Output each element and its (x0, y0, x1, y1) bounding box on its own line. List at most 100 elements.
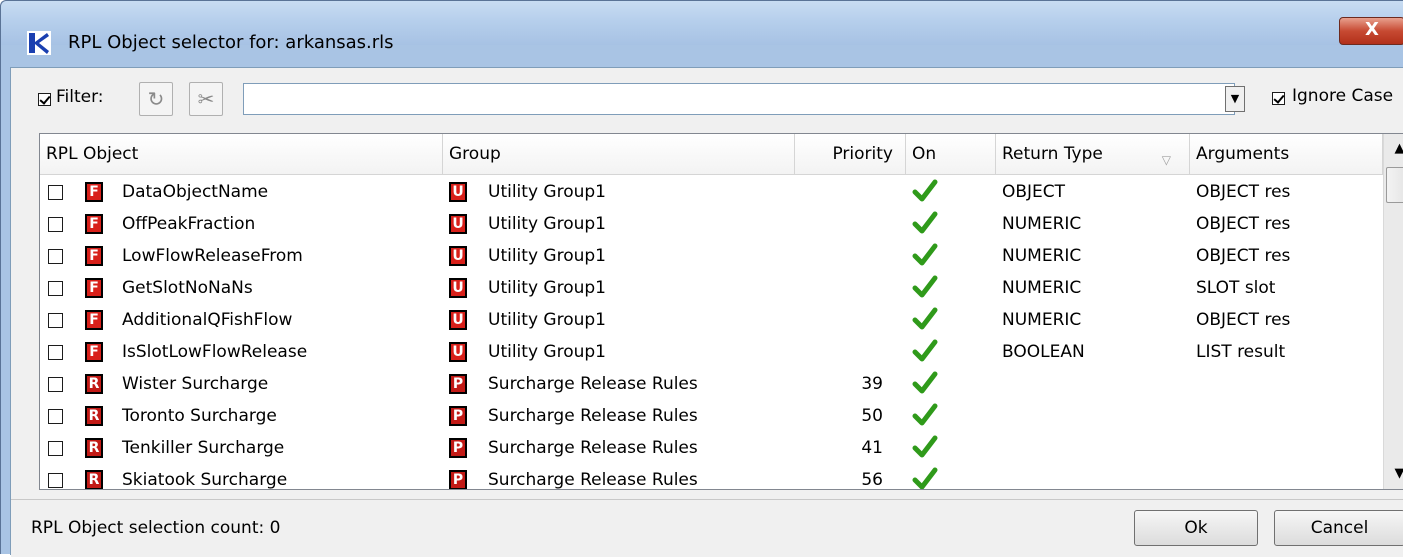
row-select-checkbox[interactable] (48, 249, 63, 264)
scissors-icon: ✂ (198, 87, 215, 111)
column-header-return-type[interactable]: Return Type ▽ (996, 134, 1190, 174)
rpl-object-name: OffPeakFraction (122, 208, 255, 240)
priority-value (795, 336, 883, 368)
policy-group-icon: P (449, 438, 467, 458)
rpl-object-table[interactable]: RPL Object Group Priority On Return Type… (39, 133, 1403, 490)
utility-group-icon: U (449, 182, 467, 202)
group-name: Utility Group1 (488, 336, 606, 368)
rule-type-icon: R (85, 406, 103, 426)
filter-dropdown-button[interactable]: ▼ (1225, 86, 1245, 112)
sort-descending-icon: ▽ (1162, 140, 1171, 180)
row-select-checkbox[interactable] (48, 313, 63, 328)
row-select-checkbox[interactable] (48, 441, 63, 456)
group-name: Utility Group1 (488, 208, 606, 240)
arguments-value: OBJECT res (1196, 208, 1290, 240)
utility-group-icon: U (449, 214, 467, 234)
group-name: Utility Group1 (488, 176, 606, 208)
scroll-down-button[interactable]: ▼ (1384, 459, 1403, 489)
row-select-checkbox[interactable] (48, 377, 63, 392)
window-title: RPL Object selector for: arkansas.rls (68, 32, 394, 53)
group-name: Utility Group1 (488, 240, 606, 272)
rule-type-icon: R (85, 438, 103, 458)
enabled-checkmark-icon (912, 242, 938, 268)
selection-count-text: RPL Object selection count: 0 (31, 518, 280, 538)
enabled-checkmark-icon (912, 370, 938, 396)
priority-value (795, 176, 883, 208)
rule-type-icon: R (85, 470, 103, 490)
table-row[interactable]: FAdditionalQFishFlowUUtility Group1NUMER… (40, 304, 1383, 336)
table-row[interactable]: RWister SurchargePSurcharge Release Rule… (40, 368, 1383, 400)
scroll-up-button[interactable]: ▲ (1384, 134, 1403, 164)
enabled-checkmark-icon (912, 434, 938, 460)
arguments-value: OBJECT res (1196, 176, 1290, 208)
riverware-app-icon (27, 31, 51, 55)
table-row[interactable]: RToronto SurchargePSurcharge Release Rul… (40, 400, 1383, 432)
rpl-object-name: DataObjectName (122, 176, 268, 208)
filter-label: Filter: (56, 87, 104, 107)
column-header-rpl-object[interactable]: RPL Object (40, 134, 443, 174)
utility-group-icon: U (449, 342, 467, 362)
dialog-window: RPL Object selector for: arkansas.rls X … (0, 0, 1403, 554)
priority-value: 56 (795, 464, 883, 490)
row-select-checkbox[interactable] (48, 281, 63, 296)
column-header-priority[interactable]: Priority (795, 134, 906, 174)
ignore-case-label: Ignore Case (1292, 86, 1393, 106)
status-bar: RPL Object selection count: 0 Ok Cancel (11, 499, 1403, 557)
filter-checkbox[interactable] (38, 93, 51, 106)
return-type-value: NUMERIC (1002, 272, 1081, 304)
vertical-scrollbar[interactable]: ▲ ▼ (1383, 134, 1403, 490)
utility-group-icon: U (449, 278, 467, 298)
row-select-checkbox[interactable] (48, 409, 63, 424)
return-type-value: BOOLEAN (1002, 336, 1085, 368)
table-row[interactable]: R Skiatook Surcharge P Surcharge Release Ru… (40, 464, 1383, 490)
rpl-object-name: LowFlowReleaseFrom (122, 240, 303, 272)
group-name: Surcharge Release Rules (488, 464, 698, 490)
table-row[interactable]: F LowFlowReleaseFrom U Utility Group1 NUMERI… (40, 240, 1383, 272)
function-type-icon: F (85, 246, 103, 266)
function-type-icon: F (85, 278, 103, 298)
group-name: Surcharge Release Rules (488, 432, 698, 464)
scroll-up-icon: ▲ (1395, 141, 1403, 156)
rpl-object-name: Toronto Surcharge (122, 400, 277, 432)
utility-group-icon: U (449, 310, 467, 330)
close-button[interactable]: X (1339, 17, 1403, 45)
refresh-filter-button[interactable]: ↻ (139, 82, 173, 116)
priority-value (795, 208, 883, 240)
return-type-value: NUMERIC (1002, 208, 1081, 240)
return-type-value: NUMERIC (1002, 240, 1081, 272)
chevron-down-icon: ▼ (1231, 92, 1239, 105)
function-type-icon: F (85, 182, 103, 202)
row-select-checkbox[interactable] (48, 345, 63, 360)
table-row[interactable]: FIsSlotLowFlowReleaseUUtility Group1BOOL… (40, 336, 1383, 368)
priority-value (795, 240, 883, 272)
title-bar[interactable]: RPL Object selector for: arkansas.rls X (1, 1, 1403, 45)
policy-group-icon: P (449, 470, 467, 490)
enabled-checkmark-icon (912, 466, 938, 490)
table-row[interactable]: FOffPeakFractionUUtility Group1NUMERICOB… (40, 208, 1383, 240)
row-select-checkbox[interactable] (48, 217, 63, 232)
ignore-case-checkbox[interactable] (1272, 92, 1285, 105)
row-select-checkbox[interactable] (48, 473, 63, 488)
scroll-thumb[interactable] (1386, 167, 1403, 203)
enabled-checkmark-icon (912, 178, 938, 204)
cancel-button[interactable]: Cancel (1274, 510, 1403, 546)
table-row[interactable]: FGetSlotNoNaNsUUtility Group1NUMERICSLOT… (40, 272, 1383, 304)
column-header-arguments[interactable]: Arguments (1190, 134, 1383, 174)
rule-type-icon: R (85, 374, 103, 394)
rpl-object-name: Skiatook Surcharge (122, 464, 287, 490)
table-row[interactable]: FDataObjectNameUUtility Group1OBJECTOBJE… (40, 176, 1383, 208)
utility-group-icon: U (449, 246, 467, 266)
column-header-on[interactable]: On (906, 134, 996, 174)
row-select-checkbox[interactable] (48, 185, 63, 200)
rpl-object-name: Wister Surcharge (122, 368, 268, 400)
ok-button[interactable]: Ok (1134, 510, 1258, 546)
column-header-group[interactable]: Group (443, 134, 795, 174)
rpl-object-name: AdditionalQFishFlow (122, 304, 292, 336)
function-type-icon: F (85, 310, 103, 330)
filter-input[interactable] (243, 83, 1235, 115)
table-header: RPL Object Group Priority On Return Type… (40, 134, 1383, 175)
policy-group-icon: P (449, 374, 467, 394)
table-row[interactable]: RTenkiller SurchargePSurcharge Release R… (40, 432, 1383, 464)
clear-filter-button[interactable]: ✂ (189, 82, 223, 116)
policy-group-icon: P (449, 406, 467, 426)
